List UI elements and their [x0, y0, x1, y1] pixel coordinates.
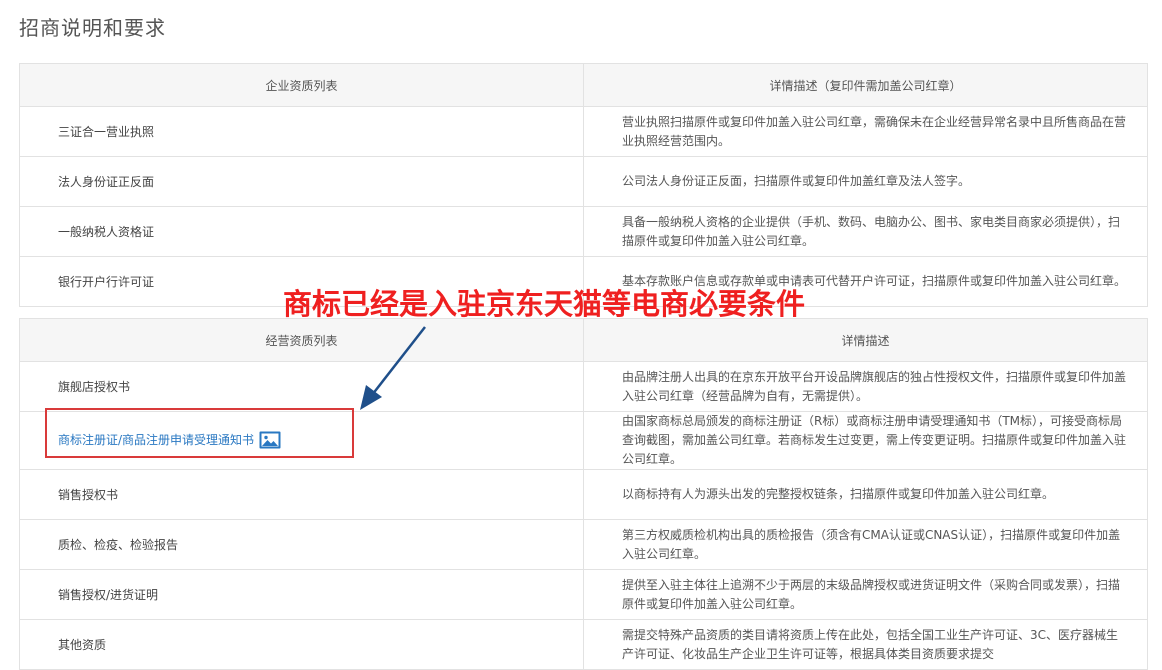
- qualification-desc: 营业执照扫描原件或复印件加盖入驻公司红章，需确保未在企业经营异常名录中且所售商品…: [583, 106, 1148, 157]
- table-header-row: 企业资质列表 详情描述（复印件需加盖公司红章）: [19, 63, 1148, 107]
- qualification-desc: 以商标持有人为源头出发的完整授权链条，扫描原件或复印件加盖入驻公司红章。: [583, 469, 1148, 520]
- enterprise-qualification-table: 企业资质列表 详情描述（复印件需加盖公司红章） 三证合一营业执照 营业执照扫描原…: [19, 63, 1148, 307]
- qualification-name: 销售授权/进货证明: [19, 569, 584, 620]
- table-row: 法人身份证正反面 公司法人身份证正反面，扫描原件或复印件加盖红章及法人签字。: [19, 156, 1148, 207]
- table-row: 其他资质 需提交特殊产品资质的类目请将资质上传在此处，包括全国工业生产许可证、3…: [19, 619, 1148, 670]
- annotation-text: 商标已经是入驻京东天猫等电商必要条件: [283, 287, 806, 321]
- column-header: 详情描述（复印件需加盖公司红章）: [583, 63, 1148, 107]
- qualification-name: 其他资质: [19, 619, 584, 670]
- qualification-desc: 第三方权威质检机构出具的质检报告（须含有CMA认证或CNAS认证），扫描原件或复…: [583, 519, 1148, 570]
- table-row: 销售授权/进货证明 提供至入驻主体往上追溯不少于两层的末级品牌授权或进货证明文件…: [19, 569, 1148, 620]
- page-title: 招商说明和要求: [19, 16, 166, 40]
- image-icon[interactable]: [259, 431, 281, 449]
- business-qualification-table: 经营资质列表 详情描述 旗舰店授权书 由品牌注册人出具的在京东开放平台开设品牌旗…: [19, 318, 1148, 670]
- qualification-desc: 提供至入驻主体往上追溯不少于两层的末级品牌授权或进货证明文件（采购合同或发票），…: [583, 569, 1148, 620]
- qualification-name: 一般纳税人资格证: [19, 206, 584, 257]
- trademark-certificate-link[interactable]: 商标注册证/商品注册申请受理通知书: [58, 433, 254, 447]
- table-row: 一般纳税人资格证 具备一般纳税人资格的企业提供（手机、数码、电脑办公、图书、家电…: [19, 206, 1148, 257]
- table-row: 销售授权书 以商标持有人为源头出发的完整授权链条，扫描原件或复印件加盖入驻公司红…: [19, 469, 1148, 520]
- qualification-desc: 需提交特殊产品资质的类目请将资质上传在此处，包括全国工业生产许可证、3C、医疗器…: [583, 619, 1148, 670]
- column-header: 详情描述: [583, 318, 1148, 362]
- table-header-row: 经营资质列表 详情描述: [19, 318, 1148, 362]
- qualification-name: 质检、检疫、检验报告: [19, 519, 584, 570]
- qualification-desc: 具备一般纳税人资格的企业提供（手机、数码、电脑办公、图书、家电类目商家必须提供）…: [583, 206, 1148, 257]
- table-row: 商标注册证/商品注册申请受理通知书 由国家商标总局颁发的商标注册证（R标）或商标…: [19, 411, 1148, 470]
- table-row: 质检、检疫、检验报告 第三方权威质检机构出具的质检报告（须含有CMA认证或CNA…: [19, 519, 1148, 570]
- qualification-desc: 公司法人身份证正反面，扫描原件或复印件加盖红章及法人签字。: [583, 156, 1148, 207]
- qualification-desc: 由国家商标总局颁发的商标注册证（R标）或商标注册申请受理通知书（TM标），可接受…: [583, 411, 1148, 470]
- trademark-cell: 商标注册证/商品注册申请受理通知书: [19, 411, 584, 470]
- table-row: 三证合一营业执照 营业执照扫描原件或复印件加盖入驻公司红章，需确保未在企业经营异…: [19, 106, 1148, 157]
- qualification-desc: 由品牌注册人出具的在京东开放平台开设品牌旗舰店的独占性授权文件，扫描原件或复印件…: [583, 361, 1148, 412]
- qualification-name: 销售授权书: [19, 469, 584, 520]
- qualification-name: 旗舰店授权书: [19, 361, 584, 412]
- column-header: 企业资质列表: [19, 63, 584, 107]
- table-row: 旗舰店授权书 由品牌注册人出具的在京东开放平台开设品牌旗舰店的独占性授权文件，扫…: [19, 361, 1148, 412]
- qualification-name: 法人身份证正反面: [19, 156, 584, 207]
- qualification-name: 三证合一营业执照: [19, 106, 584, 157]
- column-header: 经营资质列表: [19, 318, 584, 362]
